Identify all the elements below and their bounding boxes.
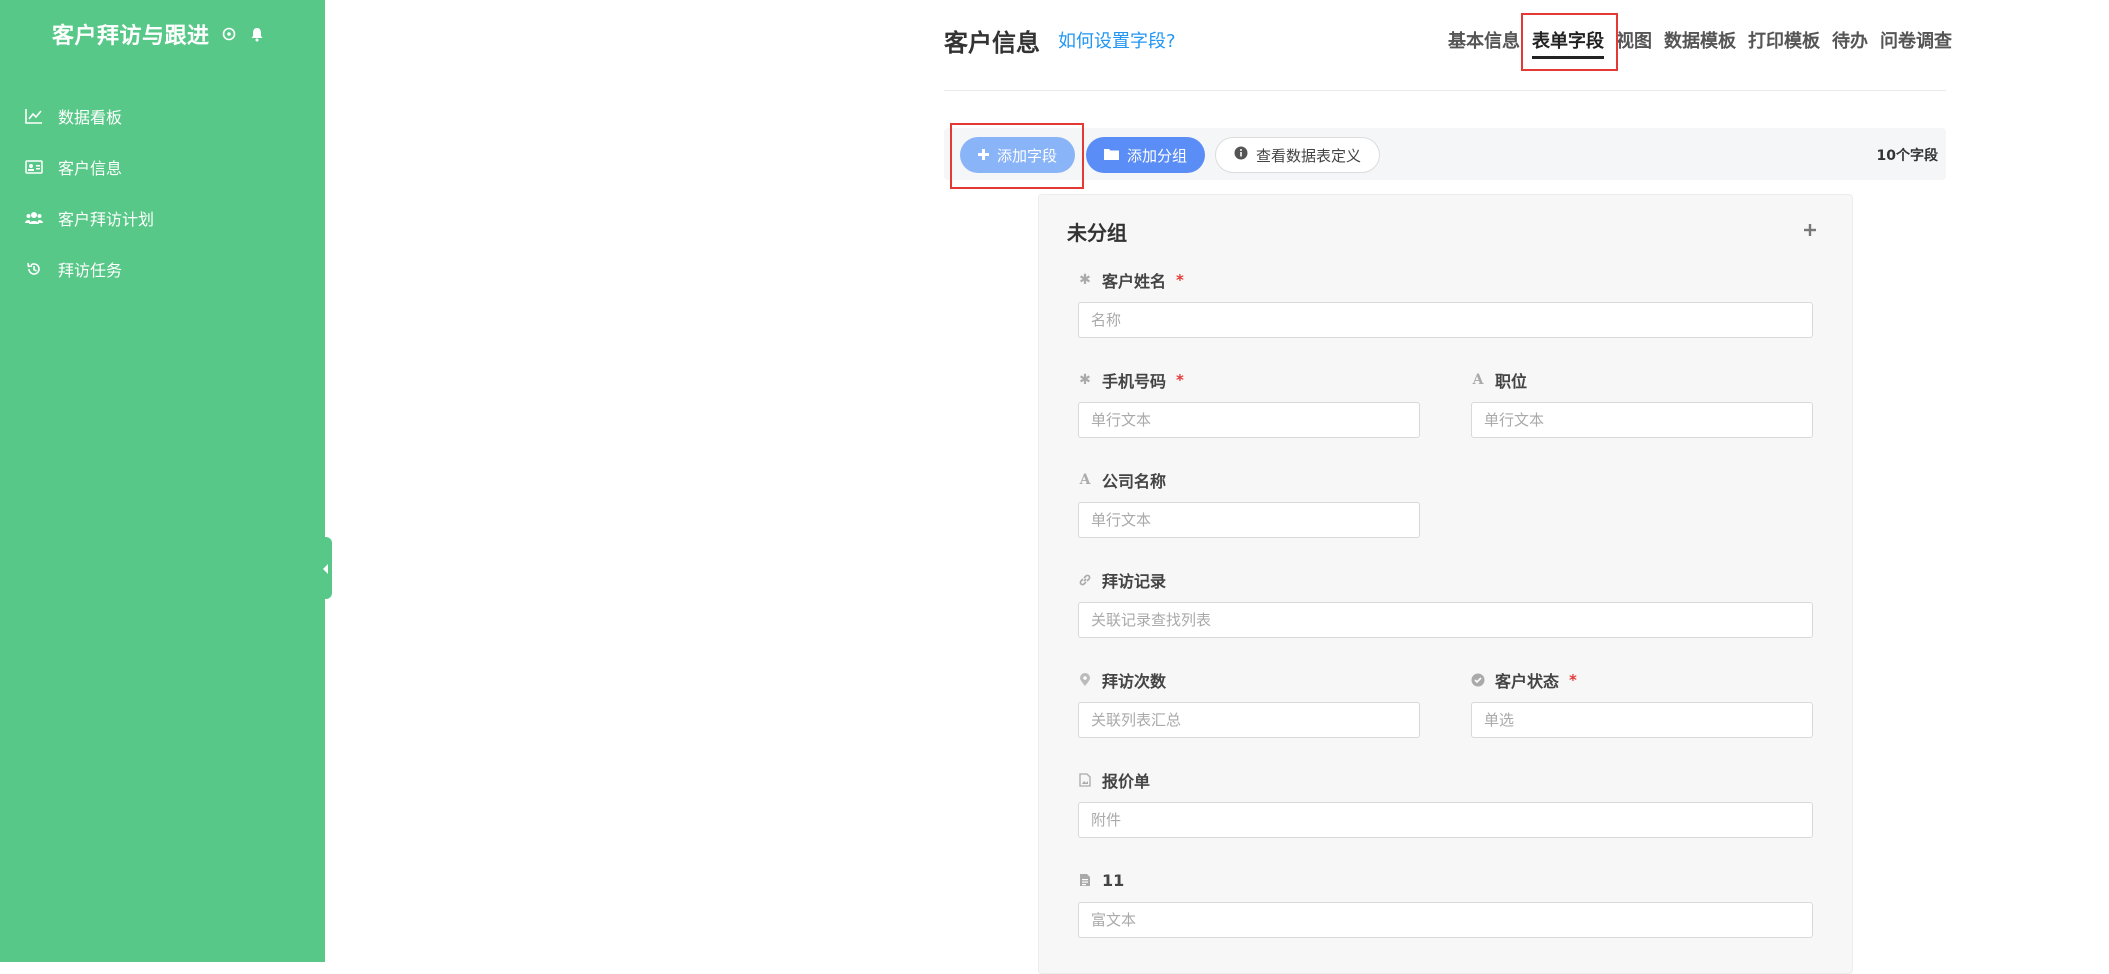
company-input[interactable] <box>1078 502 1420 538</box>
field-label: 11 <box>1102 870 1125 890</box>
bell-icon[interactable] <box>248 25 266 43</box>
page-title: 客户信息 <box>944 29 1040 57</box>
field-rich-text: 11 <box>1078 869 1813 938</box>
field-label: 报价单 <box>1102 772 1151 791</box>
document-icon <box>1078 873 1092 887</box>
tab-todo[interactable]: 待办 <box>1832 27 1868 59</box>
folder-icon <box>1104 146 1119 164</box>
field-label: 手机号码 <box>1102 372 1167 391</box>
sidebar: 客户拜访与跟进 数据看板 客户信息 客户拜访计划 拜访任务 <box>0 0 325 962</box>
file-image-icon <box>1078 773 1092 787</box>
text-a-icon: A <box>1079 472 1091 488</box>
field-visit-records: 拜访记录 <box>1078 569 1813 638</box>
add-field-button[interactable]: 添加字段 <box>960 137 1076 173</box>
app-title-row: 客户拜访与跟进 <box>52 18 266 50</box>
visit-records-input[interactable] <box>1078 602 1813 638</box>
tab-data-template[interactable]: 数据模板 <box>1664 27 1736 59</box>
field-label: 职位 <box>1495 372 1528 391</box>
link-icon <box>1078 573 1092 587</box>
asterisk-icon: ✱ <box>1079 372 1091 388</box>
field-phone: ✱ 手机号码 * <box>1078 369 1420 438</box>
sidebar-item-dashboard[interactable]: 数据看板 <box>24 104 122 128</box>
field-position: A 职位 <box>1471 369 1813 438</box>
phone-input[interactable] <box>1078 402 1420 438</box>
visit-count-input[interactable] <box>1078 702 1420 738</box>
required-mark: * <box>1176 371 1184 389</box>
sidebar-item-visit-tasks[interactable]: 拜访任务 <box>24 257 122 281</box>
field-label: 客户姓名 <box>1102 272 1167 291</box>
position-input[interactable] <box>1471 402 1813 438</box>
info-circle-icon <box>1234 146 1248 164</box>
id-card-icon <box>24 157 44 177</box>
settings-circle-icon[interactable] <box>220 25 238 43</box>
rich-text-input[interactable] <box>1078 902 1813 938</box>
tab-view[interactable]: 视图 <box>1616 27 1652 59</box>
line-chart-icon <box>24 106 44 126</box>
sidebar-item-label: 数据看板 <box>58 108 123 127</box>
view-table-definition-button[interactable]: 查看数据表定义 <box>1215 137 1381 173</box>
field-label: 客户状态 <box>1495 672 1560 691</box>
sidebar-collapse-handle[interactable] <box>320 537 332 599</box>
group-add-icon[interactable] <box>1804 217 1816 241</box>
add-group-button[interactable]: 添加分组 <box>1086 137 1206 173</box>
check-circle-icon <box>1471 673 1485 687</box>
view-def-label: 查看数据表定义 <box>1256 146 1362 165</box>
users-icon <box>24 208 44 228</box>
required-mark: * <box>1176 271 1184 289</box>
tab-form-fields[interactable]: 表单字段 <box>1532 27 1604 59</box>
help-link[interactable]: 如何设置字段? <box>1058 27 1176 53</box>
field-toolbar: 添加字段 添加分组 查看数据表定义 10个字段 <box>944 128 1946 180</box>
header-divider <box>944 90 1946 91</box>
plus-icon <box>978 146 989 164</box>
field-company: A 公司名称 <box>1078 469 1420 538</box>
form-group-panel: 未分组 ✱ 客户姓名 * ✱ 手机号码 * A 职位 A 公司名称 <box>1038 194 1853 974</box>
group-title: 未分组 <box>1067 221 1127 245</box>
sidebar-item-visit-plan[interactable]: 客户拜访计划 <box>24 206 154 230</box>
tab-bar: 基本信息 表单字段 视图 数据模板 打印模板 待办 问卷调查 <box>1448 27 1952 59</box>
tab-survey[interactable]: 问卷调查 <box>1880 27 1952 59</box>
field-label: 拜访次数 <box>1102 672 1167 691</box>
quotation-attachment-input[interactable] <box>1078 802 1813 838</box>
sidebar-item-label: 客户信息 <box>58 159 123 178</box>
field-count: 10个字段 <box>1876 148 1938 164</box>
history-icon <box>24 259 44 279</box>
field-label: 公司名称 <box>1102 472 1167 491</box>
tab-basic-info[interactable]: 基本信息 <box>1448 27 1520 59</box>
add-group-label: 添加分组 <box>1127 146 1188 165</box>
text-a-icon: A <box>1472 372 1484 388</box>
customer-name-input[interactable] <box>1078 302 1813 338</box>
field-quotation: 报价单 <box>1078 769 1813 838</box>
sidebar-item-label: 拜访任务 <box>58 261 123 280</box>
field-visit-count: 拜访次数 <box>1078 669 1420 738</box>
sidebar-item-label: 客户拜访计划 <box>58 210 155 229</box>
required-mark: * <box>1569 671 1577 689</box>
sidebar-item-customer-info[interactable]: 客户信息 <box>24 155 122 179</box>
tab-print-template[interactable]: 打印模板 <box>1748 27 1820 59</box>
field-label: 拜访记录 <box>1102 572 1167 591</box>
asterisk-icon: ✱ <box>1079 272 1091 288</box>
field-customer-status: 客户状态 * <box>1471 669 1813 738</box>
field-customer-name: ✱ 客户姓名 * <box>1078 269 1813 338</box>
customer-status-select[interactable] <box>1471 702 1813 738</box>
add-field-label: 添加字段 <box>997 146 1058 165</box>
caret-left-icon <box>323 559 329 578</box>
location-pin-icon <box>1078 673 1092 687</box>
app-title: 客户拜访与跟进 <box>52 24 210 49</box>
